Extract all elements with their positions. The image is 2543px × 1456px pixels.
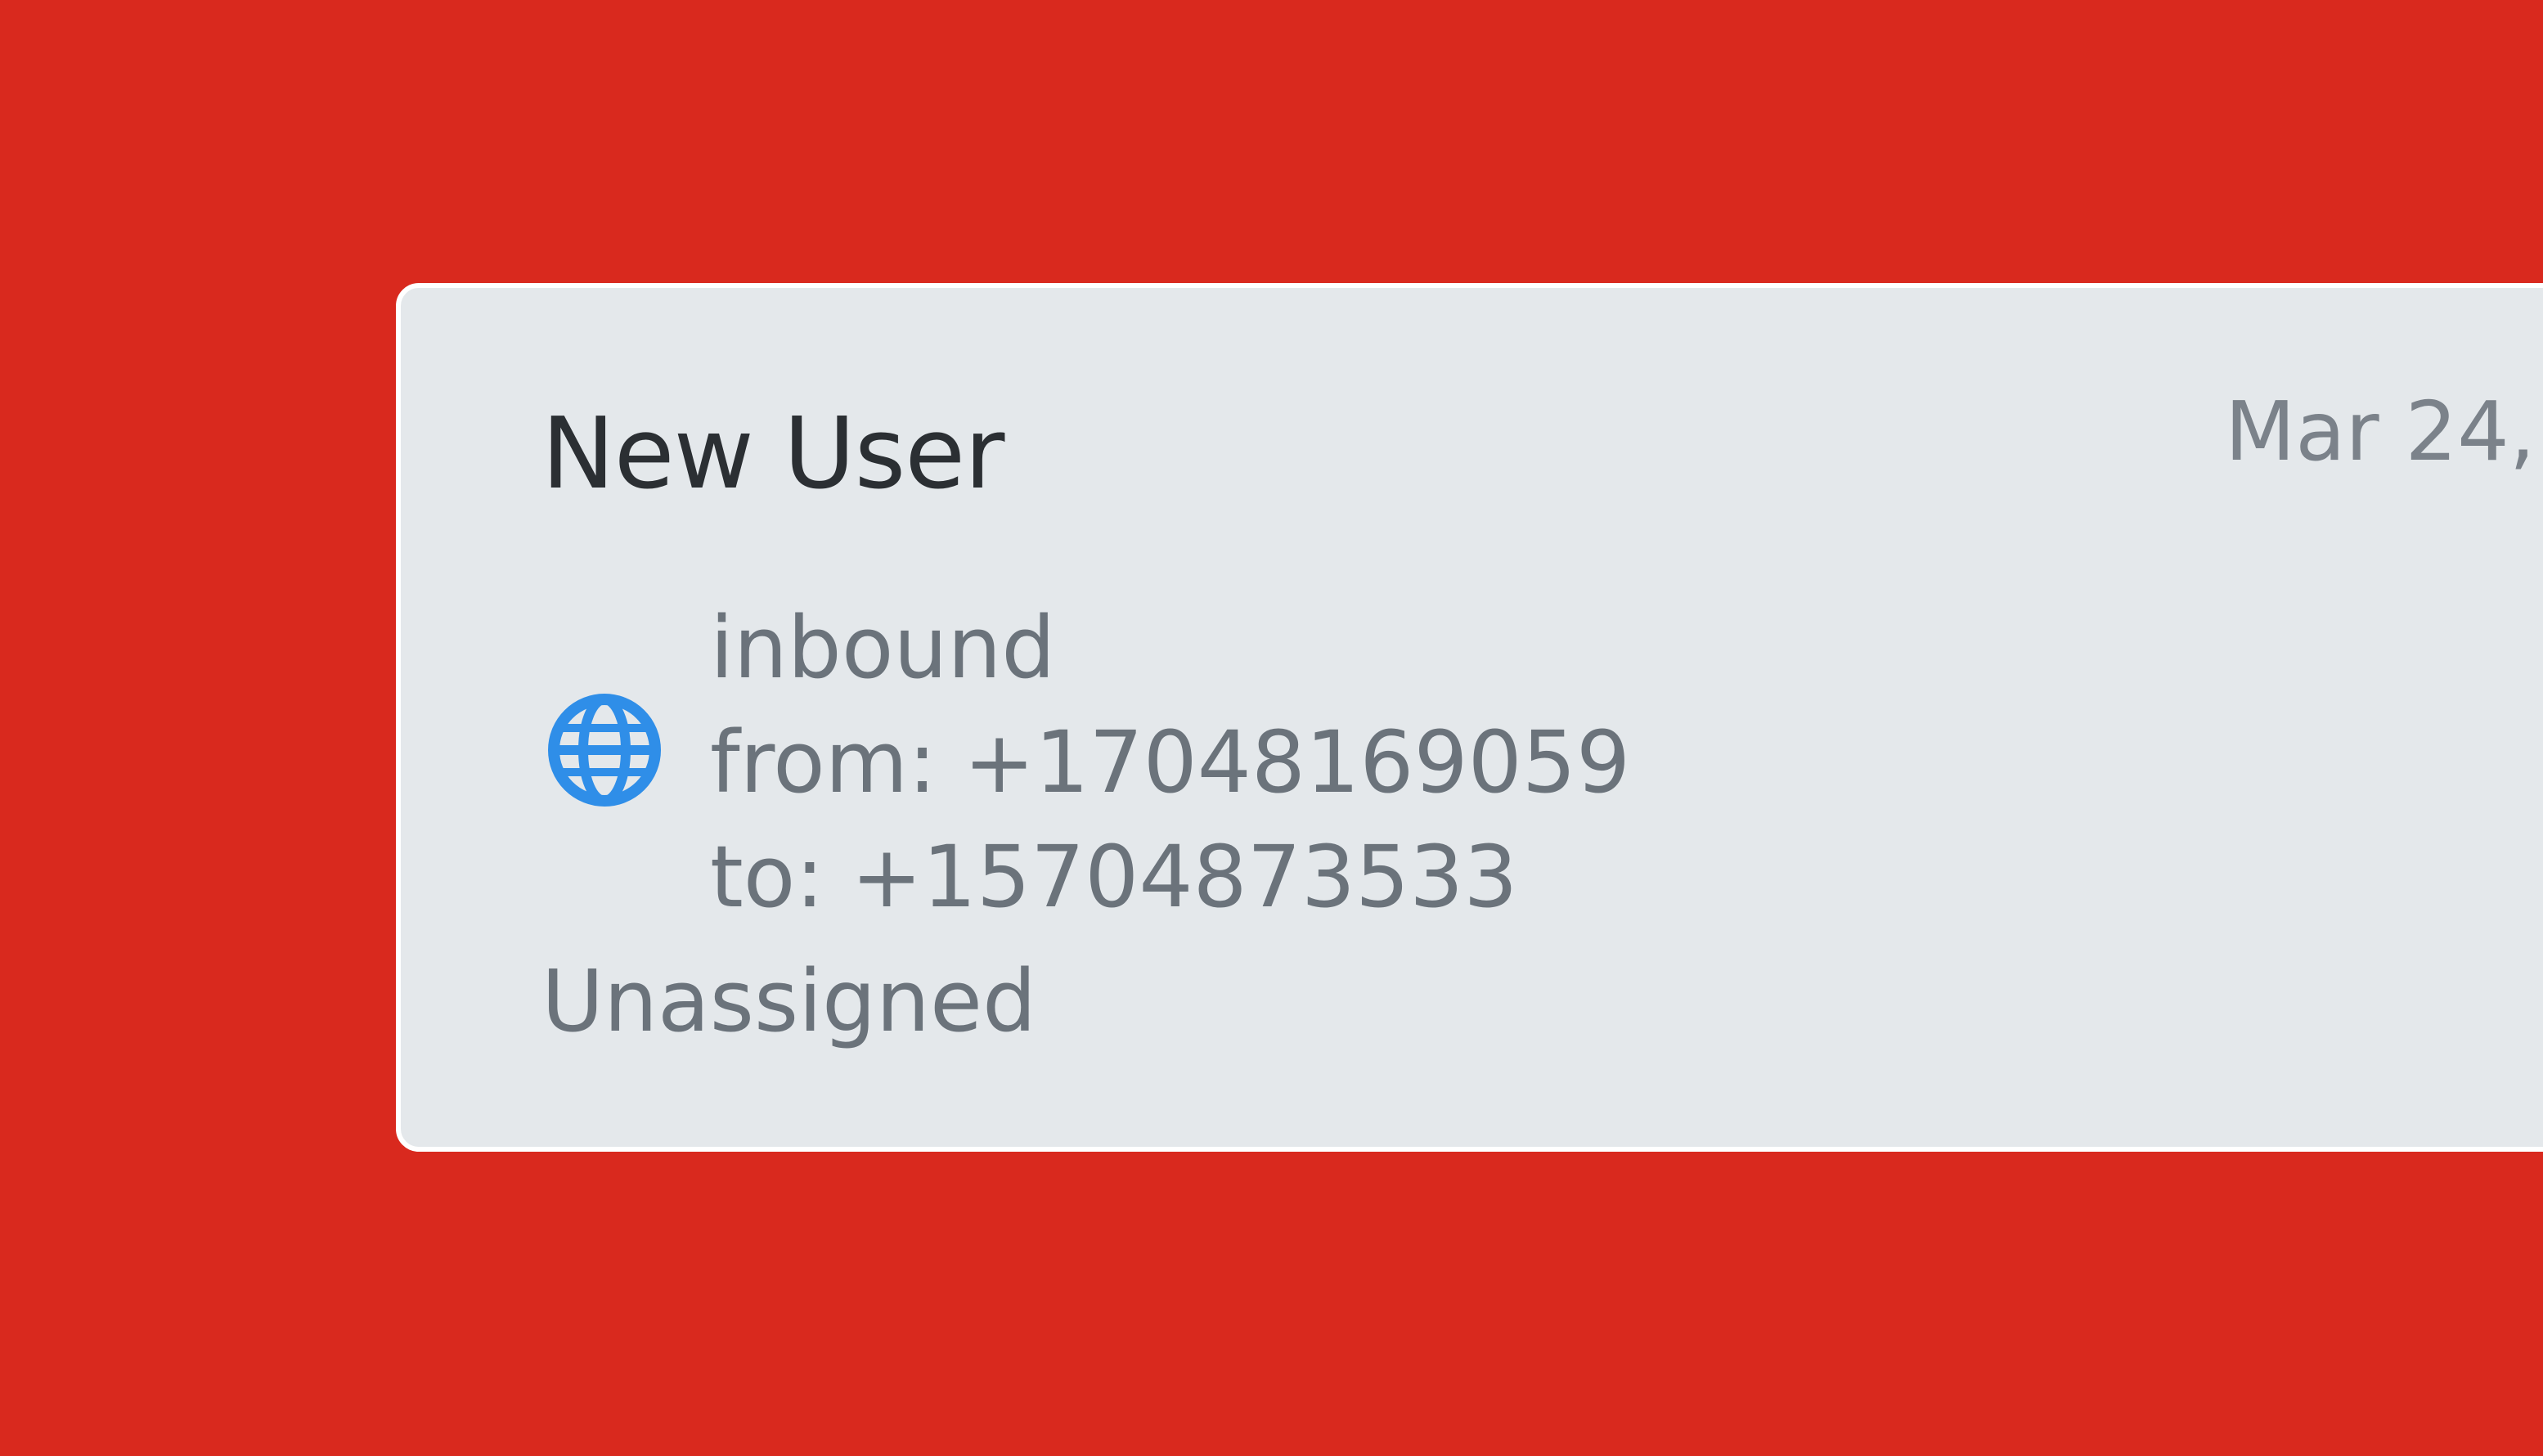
page-background: New User Mar 24, 1 inbound from: +170481… (0, 0, 2543, 1456)
direction-label: inbound (710, 598, 1056, 698)
contact-name: New User (541, 398, 1004, 511)
globe-icon (543, 689, 666, 811)
conversation-card[interactable]: New User Mar 24, 1 inbound from: +170481… (396, 283, 2543, 1152)
call-details: inbound from: +17048169059 to: +15704873… (710, 591, 1630, 934)
assignee-status: Unassigned (541, 951, 1036, 1051)
from-number: from: +17048169059 (710, 712, 1631, 812)
to-number: to: +15704873533 (710, 827, 1518, 927)
conversation-timestamp: Mar 24, 1 (2225, 384, 2543, 479)
